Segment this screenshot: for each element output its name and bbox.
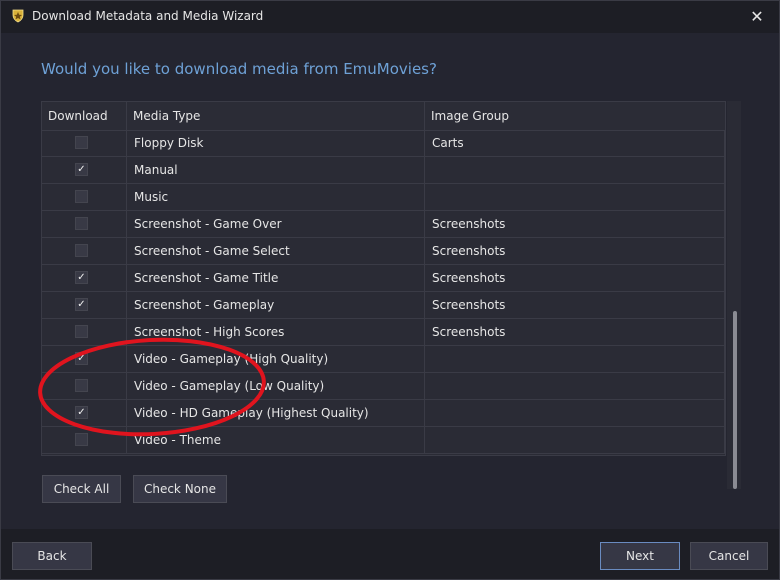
download-cell: ✓ xyxy=(42,265,127,291)
table-row[interactable]: Screenshot - High Scores Screenshots xyxy=(42,319,725,346)
table-row[interactable]: Video - Theme xyxy=(42,427,725,454)
download-cell: ✓ xyxy=(42,292,127,318)
download-checkbox[interactable] xyxy=(75,190,88,203)
media-type-cell: Screenshot - Gameplay xyxy=(127,292,425,318)
download-checkbox[interactable]: ✓ xyxy=(75,352,88,365)
download-cell xyxy=(42,211,127,237)
next-button[interactable]: Next xyxy=(600,542,680,570)
table-row[interactable]: Floppy Disk Carts xyxy=(42,130,725,157)
download-cell: ✓ xyxy=(42,346,127,372)
back-button[interactable]: Back xyxy=(12,542,92,570)
download-checkbox[interactable] xyxy=(75,244,88,257)
media-type-cell: Floppy Disk xyxy=(127,130,425,156)
cancel-button[interactable]: Cancel xyxy=(690,542,768,570)
media-type-cell: Screenshot - High Scores xyxy=(127,319,425,345)
grid-header: Download Media Type Image Group xyxy=(42,102,725,131)
media-type-cell: Manual xyxy=(127,157,425,183)
media-type-cell: Video - Gameplay (High Quality) xyxy=(127,346,425,372)
image-group-cell[interactable] xyxy=(425,400,725,426)
wizard-window: Download Metadata and Media Wizard ✕ Wou… xyxy=(0,0,780,580)
media-type-cell: Screenshot - Game Title xyxy=(127,265,425,291)
table-row[interactable]: ✓ Screenshot - Game Title Screenshots xyxy=(42,265,725,292)
image-group-cell[interactable]: Screenshots xyxy=(425,265,725,291)
grid-scrollbar[interactable] xyxy=(727,101,741,489)
download-cell xyxy=(42,184,127,210)
wizard-content: Would you like to download media from Em… xyxy=(1,33,779,529)
media-type-grid: Download Media Type Image Group Floppy D… xyxy=(41,101,726,456)
scrollbar-thumb[interactable] xyxy=(733,311,737,489)
download-cell xyxy=(42,319,127,345)
image-group-cell[interactable] xyxy=(425,346,725,372)
download-cell xyxy=(42,130,127,156)
media-type-cell: Screenshot - Game Over xyxy=(127,211,425,237)
media-type-cell: Video - Theme xyxy=(127,427,425,453)
download-checkbox[interactable] xyxy=(75,217,88,230)
table-row[interactable]: Screenshot - Game Over Screenshots xyxy=(42,211,725,238)
table-row[interactable]: ✓ Video - Gameplay (High Quality) xyxy=(42,346,725,373)
image-group-cell[interactable]: Screenshots xyxy=(425,238,725,264)
download-checkbox[interactable] xyxy=(75,433,88,446)
image-group-cell[interactable] xyxy=(425,373,725,399)
close-button[interactable]: ✕ xyxy=(735,1,779,33)
image-group-cell[interactable] xyxy=(425,427,725,453)
table-row[interactable]: ✓ Video - HD Gameplay (Highest Quality) xyxy=(42,400,725,427)
table-row[interactable]: Screenshot - Game Select Screenshots xyxy=(42,238,725,265)
download-cell xyxy=(42,373,127,399)
media-type-cell: Video - HD Gameplay (Highest Quality) xyxy=(127,400,425,426)
image-group-cell[interactable]: Screenshots xyxy=(425,211,725,237)
download-cell: ✓ xyxy=(42,400,127,426)
image-group-cell[interactable] xyxy=(425,184,725,210)
download-checkbox[interactable]: ✓ xyxy=(75,298,88,311)
check-all-button[interactable]: Check All xyxy=(42,475,121,503)
media-type-cell: Music xyxy=(127,184,425,210)
grid-rows: Floppy Disk Carts ✓ Manual Music Screenshot -… xyxy=(42,130,725,454)
media-type-cell: Video - Gameplay (Low Quality) xyxy=(127,373,425,399)
column-header-image-group[interactable]: Image Group xyxy=(425,102,725,130)
media-type-cell: Screenshot - Game Select xyxy=(127,238,425,264)
download-checkbox[interactable]: ✓ xyxy=(75,163,88,176)
trophy-shield-icon xyxy=(12,9,24,23)
download-checkbox[interactable] xyxy=(75,379,88,392)
column-header-media-type[interactable]: Media Type xyxy=(127,102,425,130)
column-header-download[interactable]: Download xyxy=(42,102,127,130)
image-group-cell[interactable]: Screenshots xyxy=(425,292,725,318)
image-group-cell[interactable]: Screenshots xyxy=(425,319,725,345)
table-row[interactable]: ✓ Manual xyxy=(42,157,725,184)
image-group-cell[interactable]: Carts xyxy=(425,130,725,156)
title-bar[interactable]: Download Metadata and Media Wizard ✕ xyxy=(1,1,779,33)
download-checkbox[interactable]: ✓ xyxy=(75,406,88,419)
wizard-footer: Back Next Cancel xyxy=(1,529,779,579)
download-checkbox[interactable] xyxy=(75,325,88,338)
download-cell xyxy=(42,238,127,264)
check-none-button[interactable]: Check None xyxy=(133,475,227,503)
download-cell xyxy=(42,427,127,453)
page-heading: Would you like to download media from Em… xyxy=(41,60,437,78)
table-row[interactable]: Video - Gameplay (Low Quality) xyxy=(42,373,725,400)
download-cell: ✓ xyxy=(42,157,127,183)
download-checkbox[interactable]: ✓ xyxy=(75,271,88,284)
image-group-cell[interactable] xyxy=(425,157,725,183)
close-icon: ✕ xyxy=(750,7,764,26)
download-checkbox[interactable] xyxy=(75,136,88,149)
window-title: Download Metadata and Media Wizard xyxy=(32,9,264,23)
table-row[interactable]: Music xyxy=(42,184,725,211)
table-row[interactable]: ✓ Screenshot - Gameplay Screenshots xyxy=(42,292,725,319)
